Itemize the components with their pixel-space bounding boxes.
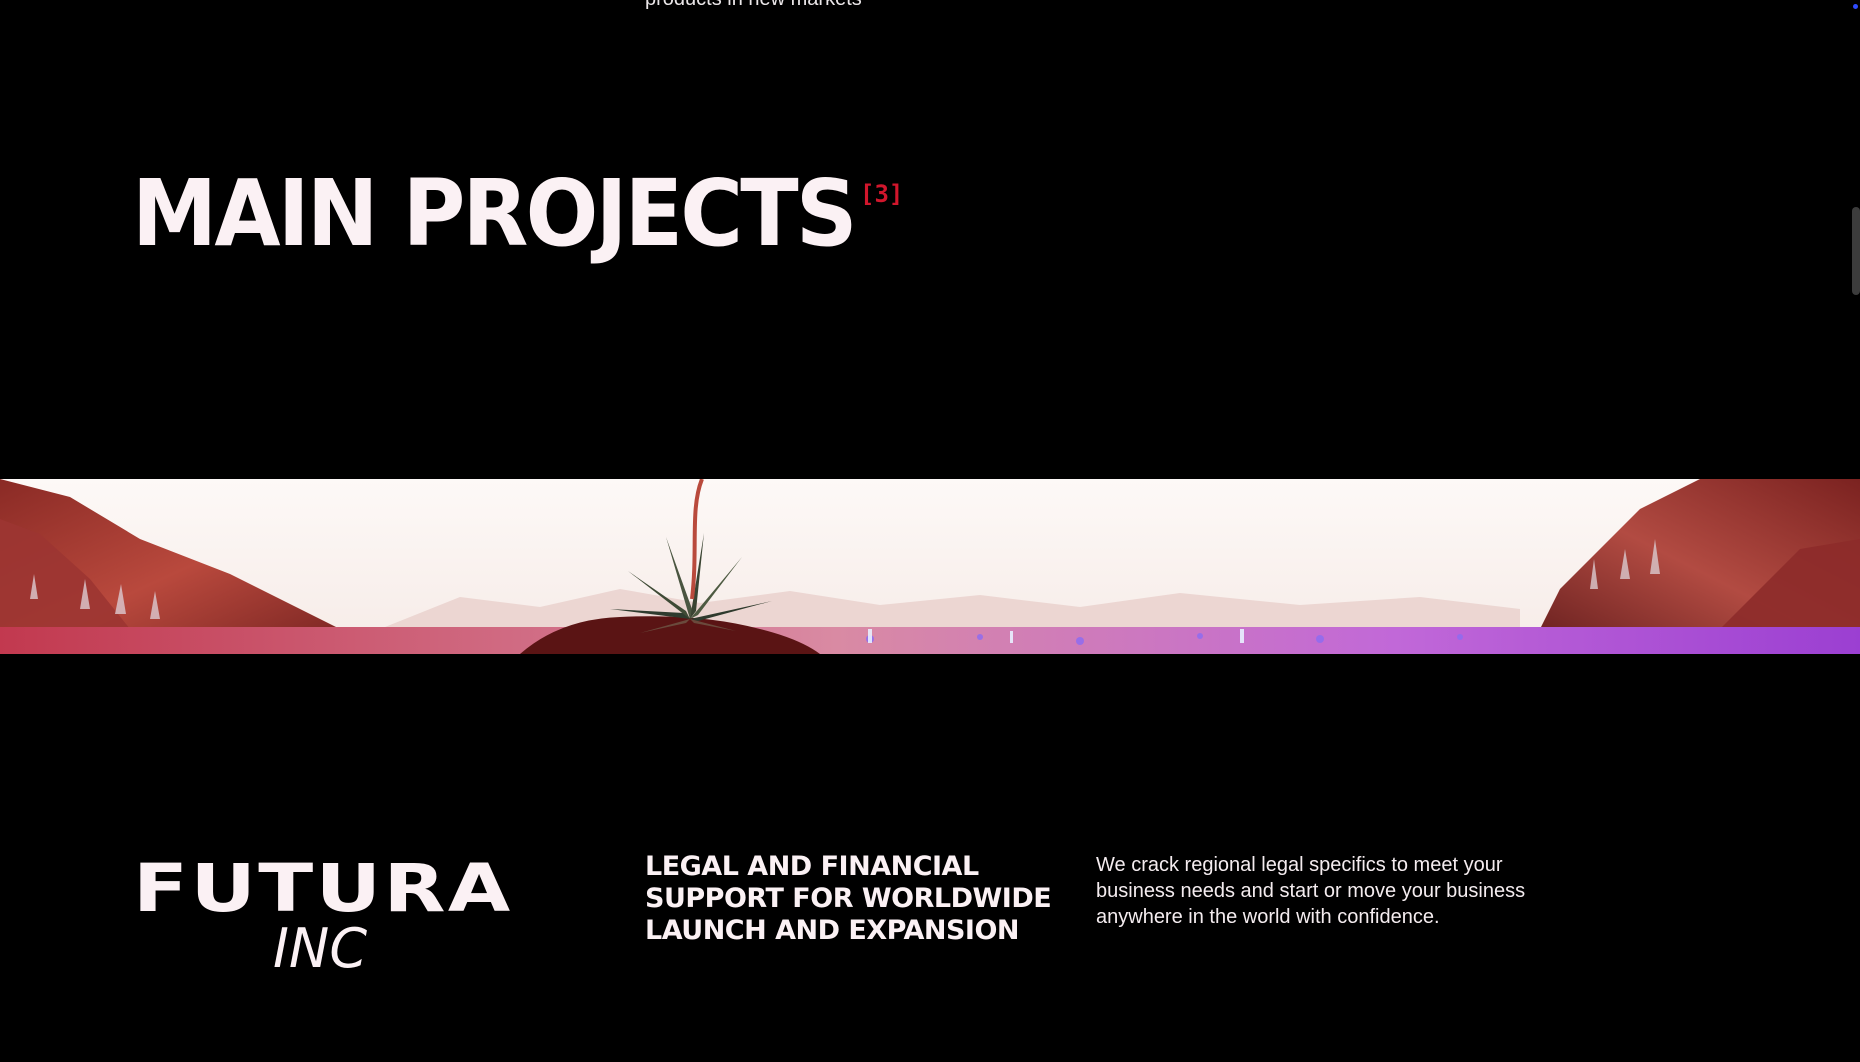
futura-inc-logo: FUTURA INC (133, 856, 523, 976)
project-banner-image[interactable] (0, 479, 1860, 654)
project-title: LEGAL AND FINANCIAL SUPPORT FOR WORLDWID… (645, 851, 1052, 946)
project-description: We crack regional legal specifics to mee… (1096, 854, 1526, 928)
page-title: MAIN PROJECTS (132, 160, 858, 267)
page: products in new markets MAIN PROJECTS [3… (0, 0, 1860, 1062)
projects-heading: MAIN PROJECTS [3] (132, 168, 909, 260)
logo-subtitle: INC (273, 917, 368, 980)
previous-section-text: products in new markets (645, 0, 862, 11)
scrollbar-thumb[interactable] (1852, 207, 1860, 295)
project-count-badge: [3] (860, 180, 904, 208)
logo-wordmark: FUTURA (133, 850, 513, 927)
corner-dot-icon (1853, 4, 1858, 9)
